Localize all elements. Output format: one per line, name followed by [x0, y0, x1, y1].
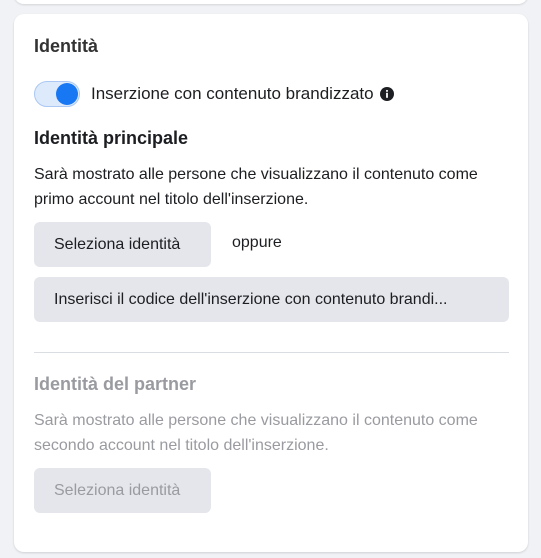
branded-content-row: Inserzione con contenuto brandizzato — [34, 81, 394, 107]
select-primary-identity-button[interactable]: Seleziona identità — [34, 222, 211, 267]
primary-identity-heading: Identità principale — [34, 128, 189, 148]
section-title: Identità — [34, 36, 99, 56]
enter-branded-content-code-button[interactable]: Inserisci il codice dell'inserzione con … — [34, 277, 509, 322]
select-partner-identity-button: Seleziona identità — [34, 468, 211, 513]
partner-identity-heading: Identità del partner — [34, 374, 197, 394]
or-text: oppure — [232, 234, 282, 251]
divider — [34, 352, 509, 353]
toggle-knob — [56, 83, 78, 105]
primary-identity-description: Sarà mostrato alle persone che visualizz… — [34, 166, 478, 208]
previous-card-edge — [14, 0, 528, 4]
identity-card: Identità Inserzione con contenuto brandi… — [14, 14, 528, 552]
branded-content-label: Inserzione con contenuto brandizzato — [91, 84, 374, 103]
info-icon[interactable] — [379, 87, 394, 101]
partner-identity-description: Sarà mostrato alle persone che visualizz… — [34, 412, 478, 454]
branded-content-toggle[interactable] — [34, 81, 80, 107]
